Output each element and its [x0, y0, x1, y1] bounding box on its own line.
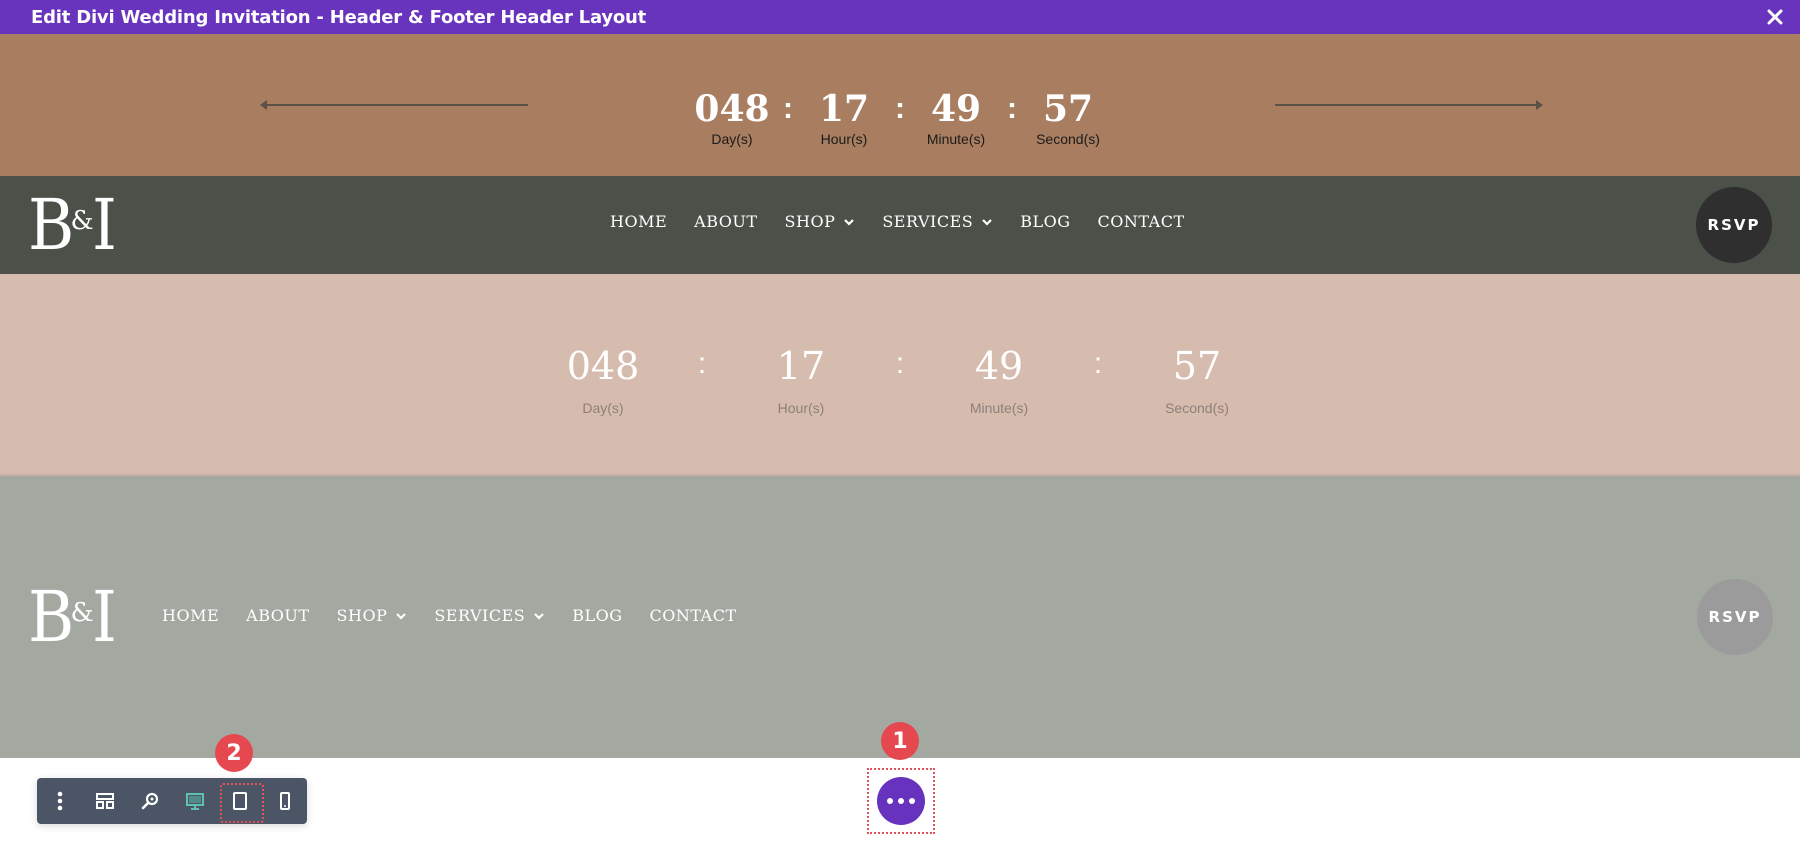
- nav-label: HOME: [162, 606, 220, 625]
- logo-letter-i: I: [91, 576, 117, 658]
- countdown-seconds: 57 Second(s): [1022, 89, 1114, 147]
- dot-icon: [887, 798, 893, 804]
- secondary-nav: HOME ABOUT SHOP SERVICES BLOG CONTACT: [162, 606, 764, 625]
- nav-item-services[interactable]: SERVICES: [434, 606, 545, 625]
- logo[interactable]: B & I: [28, 576, 117, 658]
- layout-icon: [95, 793, 114, 809]
- close-icon: [1767, 9, 1783, 25]
- countdown-timer: 048 Day(s) : 17 Hour(s) : 49 Minute(s) :…: [0, 89, 1800, 147]
- nav-label: CONTACT: [649, 606, 737, 625]
- window-title: Edit Divi Wedding Invitation - Header & …: [31, 6, 647, 28]
- nav-label: SHOP: [336, 606, 388, 625]
- countdown-label: Second(s): [1036, 131, 1100, 147]
- rsvp-button[interactable]: RSVP: [1696, 187, 1772, 263]
- desktop-icon: [185, 792, 204, 810]
- nav-label: BLOG: [1020, 212, 1071, 231]
- nav-item-shop[interactable]: SHOP: [785, 212, 856, 231]
- nav-label: HOME: [610, 212, 668, 231]
- countdown-value: 57: [1172, 344, 1222, 388]
- nav-item-home[interactable]: HOME: [162, 606, 219, 625]
- header-section-dark[interactable]: B & I HOME ABOUT SHOP SERVICES BLOG CONT…: [0, 176, 1800, 274]
- desktop-view-button[interactable]: [172, 778, 217, 824]
- phone-icon: [279, 792, 290, 810]
- countdown-days: 048 Day(s): [686, 89, 778, 147]
- countdown-value: 49: [930, 88, 982, 130]
- countdown-value: 048: [694, 88, 770, 130]
- nav-label: ABOUT: [246, 606, 310, 625]
- countdown-hours: 17 Hour(s): [798, 89, 890, 147]
- nav-item-contact[interactable]: CONTACT: [1097, 212, 1184, 231]
- nav-item-blog[interactable]: BLOG: [1020, 212, 1070, 231]
- countdown-seconds: 57 Second(s): [1117, 344, 1277, 416]
- countdown-minutes: 49 Minute(s): [910, 89, 1002, 147]
- wireframe-view-button[interactable]: [82, 778, 127, 824]
- chevron-down-icon: [396, 612, 407, 620]
- countdown-hours: 17 Hour(s): [721, 344, 881, 416]
- countdown-section-top[interactable]: 048 Day(s) : 17 Hour(s) : 49 Minute(s) :…: [0, 34, 1800, 176]
- countdown-value: 048: [566, 344, 640, 388]
- nav-item-blog[interactable]: BLOG: [572, 606, 622, 625]
- countdown-separator: :: [783, 92, 793, 125]
- countdown-value: 17: [776, 344, 826, 388]
- phone-view-button[interactable]: [262, 778, 307, 824]
- logo-letter-b: B: [28, 576, 74, 658]
- countdown-label: Hour(s): [777, 400, 825, 416]
- nav-label: ABOUT: [694, 212, 758, 231]
- countdown-value: 49: [974, 344, 1024, 388]
- countdown-separator: :: [1007, 92, 1017, 125]
- nav-label: SHOP: [784, 212, 836, 231]
- countdown-section-secondary[interactable]: 048 Day(s) : 17 Hour(s) : 49 Minute(s) :…: [0, 274, 1800, 476]
- nav-item-home[interactable]: HOME: [610, 212, 667, 231]
- chevron-down-icon: [844, 218, 855, 226]
- magnify-icon: [141, 792, 158, 810]
- builder-title-bar: Edit Divi Wedding Invitation - Header & …: [0, 0, 1800, 34]
- countdown-label: Day(s): [582, 400, 624, 416]
- countdown-label: Minute(s): [969, 400, 1029, 416]
- nav-label: SERVICES: [434, 606, 526, 625]
- zoom-button[interactable]: [127, 778, 172, 824]
- close-button[interactable]: [1762, 4, 1788, 30]
- countdown-separator: :: [895, 92, 905, 125]
- nav-label: SERVICES: [882, 212, 974, 231]
- dot-icon: [909, 798, 915, 804]
- dot-icon: [898, 798, 904, 804]
- countdown-days: 048 Day(s): [523, 344, 683, 416]
- countdown-separator: :: [1093, 347, 1103, 380]
- countdown-label: Hour(s): [820, 131, 868, 147]
- logo-ampersand: &: [70, 206, 94, 236]
- logo-ampersand: &: [70, 598, 94, 628]
- logo[interactable]: B & I: [28, 184, 117, 266]
- annotation-badge-1: 1: [881, 722, 919, 760]
- countdown-label: Day(s): [711, 131, 753, 147]
- countdown-label: Second(s): [1165, 400, 1229, 416]
- vertical-dots-icon: [57, 791, 62, 811]
- countdown-separator: :: [895, 347, 905, 380]
- countdown-label: Minute(s): [926, 131, 986, 147]
- nav-label: CONTACT: [1097, 212, 1185, 231]
- logo-letter-i: I: [91, 184, 117, 266]
- logo-letter-b: B: [28, 184, 74, 266]
- nav-item-about[interactable]: ABOUT: [246, 606, 309, 625]
- countdown-value: 17: [818, 88, 870, 130]
- countdown-separator: :: [697, 347, 707, 380]
- more-options-button[interactable]: [37, 778, 82, 824]
- nav-item-shop[interactable]: SHOP: [337, 606, 408, 625]
- chevron-down-icon: [534, 612, 544, 620]
- builder-view-toolbar: [37, 778, 307, 824]
- main-nav: HOME ABOUT SHOP SERVICES BLOG CONTACT: [610, 212, 1212, 231]
- tablet-icon: [232, 792, 247, 810]
- nav-label: BLOG: [572, 606, 623, 625]
- tablet-view-button[interactable]: [217, 778, 264, 824]
- countdown-minutes: 49 Minute(s): [919, 344, 1079, 416]
- nav-item-services[interactable]: SERVICES: [882, 212, 993, 231]
- nav-item-contact[interactable]: CONTACT: [649, 606, 736, 625]
- countdown-value: 57: [1042, 88, 1094, 130]
- nav-item-about[interactable]: ABOUT: [694, 212, 757, 231]
- page-settings-button[interactable]: [877, 777, 925, 825]
- countdown-timer: 048 Day(s) : 17 Hour(s) : 49 Minute(s) :…: [0, 344, 1800, 416]
- rsvp-button[interactable]: RSVP: [1697, 579, 1773, 655]
- chevron-down-icon: [982, 218, 992, 226]
- annotation-badge-2: 2: [215, 734, 253, 772]
